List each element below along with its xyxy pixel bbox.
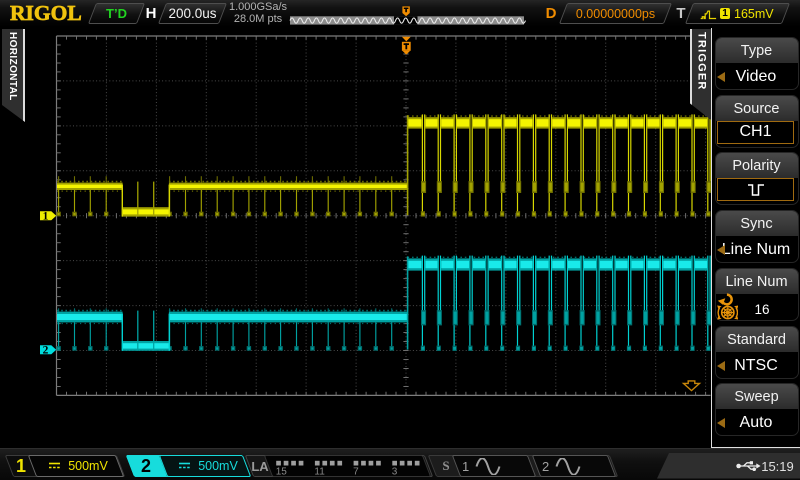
svg-text:1: 1: [43, 210, 49, 222]
svg-text:2: 2: [43, 344, 49, 356]
svg-text:11: 11: [314, 467, 325, 478]
svg-text:7: 7: [353, 467, 359, 478]
svg-text:3: 3: [392, 467, 398, 478]
svg-text:15: 15: [276, 467, 288, 478]
